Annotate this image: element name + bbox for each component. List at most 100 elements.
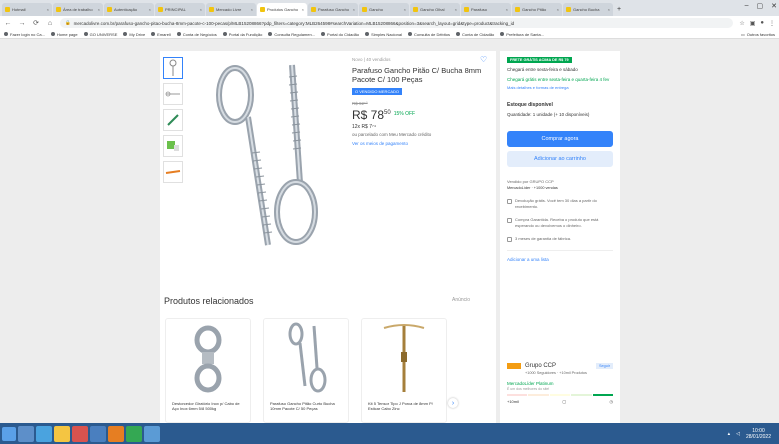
maximize-icon[interactable]: ▢: [757, 2, 764, 10]
tab-title: Autenticação: [114, 7, 138, 12]
free-shipping-text: Chegará grátis entre sexta-feira e quart…: [507, 77, 610, 82]
menu-icon[interactable]: ⋮: [769, 20, 775, 27]
related-product-3[interactable]: Kit 5 Tensor Tipo J Porca de 8mm P/ Esti…: [361, 318, 447, 423]
bookmark-item[interactable]: Home page: [50, 32, 78, 37]
app-icon[interactable]: [90, 425, 106, 442]
bookmark-item[interactable]: Portal da Fundição: [222, 32, 262, 37]
tab-close-icon[interactable]: ×: [251, 7, 253, 12]
swivel-icon: [194, 325, 222, 393]
address-bar[interactable]: 🔒 mercadolivre.com.br/parafuso-gancho-pit…: [60, 18, 734, 28]
profile-icon[interactable]: ●: [760, 20, 764, 27]
bookmark-item[interactable]: Prefeitura de Santa...: [500, 32, 544, 37]
browser-tab[interactable]: Parafuso ×: [461, 3, 511, 16]
tab-close-icon[interactable]: ×: [47, 7, 49, 12]
bookmark-item[interactable]: Simples Nacional: [365, 32, 402, 37]
related-product-1[interactable]: Destorcedor Giratório Inox p/ Cabo de Aç…: [165, 318, 251, 423]
shipping-details-link[interactable]: Mais detalhes e formas de entrega: [507, 85, 613, 90]
volume-icon[interactable]: ◁: [736, 431, 740, 437]
explorer-icon[interactable]: [54, 425, 70, 442]
related-product-image: [166, 319, 250, 399]
reload-icon[interactable]: ⟳: [32, 19, 40, 27]
rep-segment: [528, 394, 549, 396]
clock[interactable]: 10:00 28/01/2022: [746, 428, 771, 440]
bookmark-item[interactable]: Conta de Negócios: [176, 32, 217, 37]
home-icon[interactable]: ⌂: [46, 20, 54, 27]
system-tray: ▴ ◁ 10:00 28/01/2022: [728, 428, 777, 440]
quantity-selector[interactable]: Quantidade: 1 unidade (+ 10 disponíveis): [507, 112, 613, 117]
browser-tab-active[interactable]: Produtos Gancho ×: [257, 3, 307, 16]
tab-close-icon[interactable]: ×: [149, 7, 151, 12]
tab-close-icon[interactable]: ×: [98, 7, 100, 12]
minimize-icon[interactable]: –: [745, 2, 749, 10]
browser-tab[interactable]: Gancho Olhal ×: [410, 3, 460, 16]
browser-tab[interactable]: Área de trabalho ×: [53, 3, 103, 16]
ie-icon[interactable]: [36, 425, 52, 442]
tab-close-icon[interactable]: ×: [200, 7, 202, 12]
payment-methods-link[interactable]: Ver os meios de pagamento: [352, 141, 490, 146]
thumbnail-hook-orange[interactable]: [163, 161, 183, 183]
other-bookmarks-label: Outros favoritos: [746, 31, 775, 37]
next-arrow-icon[interactable]: ›: [448, 398, 458, 408]
bookmark-item[interactable]: GO UNIVERSE: [83, 32, 117, 37]
antivirus-icon[interactable]: [72, 425, 88, 442]
delivery-text: Chegará entre sexta-feira e sábado: [507, 67, 578, 72]
add-to-list-link[interactable]: Adicionar a uma lista: [507, 257, 613, 262]
extensions-icon[interactable]: ▣: [750, 20, 756, 27]
browser-tab[interactable]: Gancho Pitão ×: [512, 3, 562, 16]
seller-name: Grupo CCP: [525, 363, 557, 369]
tab-close-icon[interactable]: ×: [506, 7, 508, 12]
word-icon[interactable]: [144, 425, 160, 442]
browser-tab[interactable]: Parafuso Gancho ×: [308, 3, 358, 16]
tab-close-icon[interactable]: ×: [608, 7, 610, 12]
tab-close-icon[interactable]: ×: [455, 7, 457, 12]
bookmark-label: Consulta de Débitos: [413, 31, 451, 37]
back-icon[interactable]: ←: [4, 20, 12, 27]
bookmark-item[interactable]: Portal do Cidadão: [321, 32, 359, 37]
feature-text: Devolução grátis. Você tem 30 dias a par…: [515, 198, 597, 209]
follow-button[interactable]: Seguir: [596, 363, 613, 369]
add-to-cart-button[interactable]: Adicionar ao carrinho: [507, 151, 613, 167]
tab-title: Gancho: [369, 7, 384, 12]
bookmark-icon: [321, 32, 326, 36]
bookmark-item[interactable]: Fazer login no Ca...: [4, 32, 45, 37]
bookmark-icon: [268, 32, 273, 36]
product-condition: Novo | 40 vendidos: [352, 57, 391, 62]
firefox-icon[interactable]: [108, 425, 124, 442]
browser-tab[interactable]: Hotmail ×: [2, 3, 52, 16]
new-tab-button[interactable]: +: [614, 3, 626, 16]
tab-close-icon[interactable]: ×: [404, 7, 406, 12]
chrome-icon[interactable]: [126, 425, 142, 442]
close-window-icon[interactable]: ✕: [771, 2, 777, 10]
tab-close-icon[interactable]: ×: [302, 7, 304, 12]
bookmark-item[interactable]: My Drive: [123, 32, 145, 37]
warranty-icon: [507, 237, 512, 242]
ad-label: Anúncio: [452, 297, 471, 303]
bookmark-item[interactable]: Conta de Cidadão: [456, 32, 494, 37]
bookmark-item[interactable]: Consulta de Débitos: [407, 31, 451, 37]
bookmark-item[interactable]: Consulta Regulamen...: [268, 32, 315, 37]
bookmark-icon: [4, 32, 8, 36]
start-button[interactable]: [2, 426, 16, 441]
task-view-icon[interactable]: [18, 425, 34, 442]
tab-close-icon[interactable]: ×: [353, 7, 355, 12]
browser-tab[interactable]: PRINCIPAL ×: [155, 3, 205, 16]
tab-close-icon[interactable]: ×: [557, 7, 559, 12]
buy-now-button[interactable]: Comprar agora: [507, 131, 613, 147]
thumbnail-hook-eye[interactable]: [163, 57, 183, 79]
browser-tab[interactable]: Gancho Bucha ×: [563, 3, 613, 16]
network-icon[interactable]: ▴: [728, 431, 731, 437]
browser-tab[interactable]: Gancho ×: [359, 3, 409, 16]
bookmark-item[interactable]: Emarell: [151, 32, 171, 37]
bookmark-icon: [456, 32, 461, 36]
thumbnail-pack[interactable]: [163, 135, 183, 157]
browser-tab[interactable]: Autenticação ×: [104, 3, 154, 16]
thumbnail-screw-hook[interactable]: [163, 83, 183, 105]
star-icon[interactable]: ☆: [739, 20, 744, 27]
seller-link[interactable]: Vendido por GRUPO CCP: [507, 179, 613, 184]
other-bookmarks[interactable]: ▭ Outros favoritos: [741, 32, 775, 37]
bookmark-icon: [500, 32, 505, 36]
thumbnail-bolt[interactable]: [163, 109, 183, 131]
related-product-2[interactable]: Parafuso Gancho Pitão Curto Bucha 10mm P…: [263, 318, 349, 423]
forward-icon[interactable]: →: [18, 20, 26, 27]
browser-tab[interactable]: Mercado Livre ×: [206, 3, 256, 16]
